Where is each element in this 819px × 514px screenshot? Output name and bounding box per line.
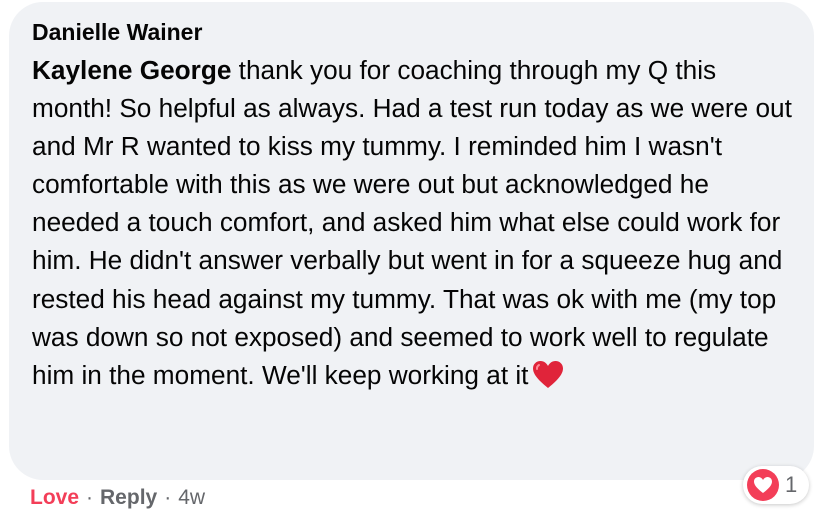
timestamp-link[interactable]: 4w — [178, 483, 205, 513]
comment-bubble: Danielle Wainer Kaylene George thank you… — [9, 2, 814, 480]
comment-body: Kaylene George thank you for coaching th… — [32, 51, 802, 394]
love-button[interactable]: Love — [30, 483, 79, 513]
comment: Danielle Wainer Kaylene George thank you… — [0, 0, 819, 514]
comment-author[interactable]: Danielle Wainer — [32, 18, 202, 46]
comment-actions: Love · Reply · 4w — [30, 483, 205, 513]
mention-tag[interactable]: Kaylene George — [32, 55, 231, 85]
love-reaction-icon — [747, 469, 779, 501]
separator-dot: · — [164, 486, 172, 509]
comment-text: thank you for coaching through my Q this… — [32, 55, 792, 390]
separator-dot: · — [86, 486, 94, 509]
reply-button[interactable]: Reply — [100, 483, 157, 513]
red-heart-emoji-icon — [532, 360, 564, 390]
reaction-summary[interactable]: 1 — [743, 466, 810, 504]
reaction-count: 1 — [785, 472, 798, 497]
